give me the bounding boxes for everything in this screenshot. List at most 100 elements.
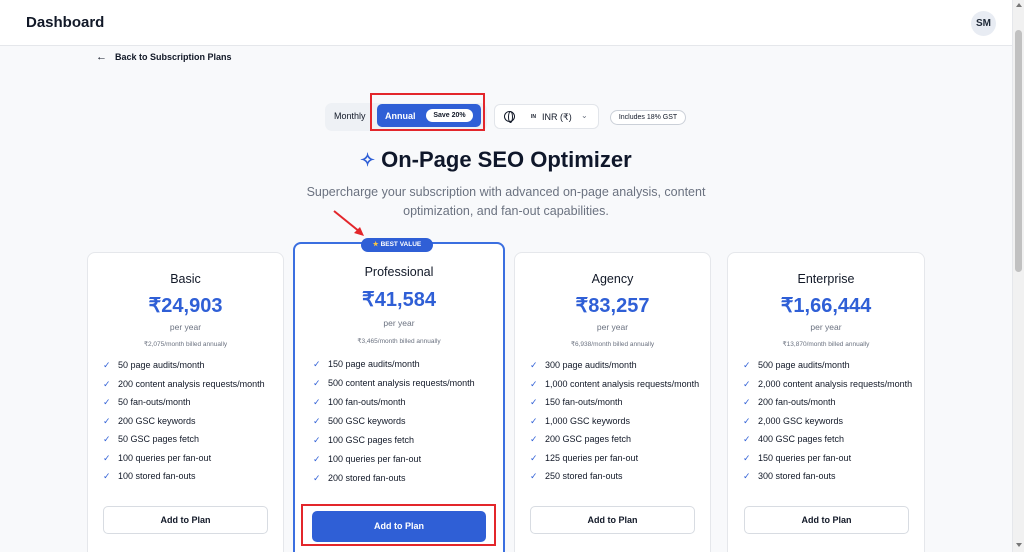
top-bar: Dashboard SM: [0, 0, 1012, 46]
currency-select[interactable]: IN INR (₹) ⌄: [494, 104, 599, 129]
feature-item: ✓ 100 fan-outs/month: [313, 397, 406, 407]
add-to-plan-button[interactable]: Add to Plan: [530, 506, 695, 534]
check-icon: ✓: [530, 378, 538, 389]
check-icon: ✓: [743, 471, 751, 481]
highlight-box: [370, 93, 485, 131]
check-icon: ✓: [743, 415, 751, 426]
plan-card-basic: Basic ₹24,903 per year ₹2,075/month bill…: [87, 252, 284, 552]
check-icon: ✓: [103, 360, 111, 370]
check-icon: ✓: [103, 397, 111, 407]
check-icon: ✓: [103, 452, 111, 463]
currency-value: INR (₹): [542, 112, 572, 122]
plan-card-agency: Agency ₹83,257 per year ₹6,938/month bil…: [514, 252, 711, 552]
feature-item: ✓ 250 stored fan-outs: [530, 471, 623, 481]
check-icon: ✓: [103, 415, 111, 426]
country-flag-label: IN: [531, 114, 536, 120]
feature-item: ✓ 300 stored fan-outs: [743, 471, 836, 481]
star-icon: ★: [372, 241, 379, 248]
highlight-box: [301, 504, 496, 546]
check-icon: ✓: [313, 473, 321, 483]
globe-icon: [504, 111, 515, 123]
plan-card-enterprise: Enterprise ₹1,66,444 per year ₹13,870/mo…: [727, 252, 925, 552]
feature-list: ✓ 150 page audits/month ✓ 500 content anal…: [313, 358, 488, 485]
plan-billed: ₹3,465/month billed annually: [357, 338, 441, 345]
feature-item: ✓ 300 page audits/month: [530, 360, 637, 370]
feature-item: ✓ 150 queries per fan-out: [743, 452, 852, 463]
check-icon: ✓: [743, 434, 751, 444]
feature-item: ✓ 500 content analysis requests/month: [313, 378, 475, 388]
best-value-badge: ★ BEST VALUE: [361, 238, 433, 252]
plan-price: ₹83,257: [575, 295, 650, 317]
check-icon: ✓: [530, 452, 538, 463]
scroll-up-arrow-icon[interactable]: [1016, 3, 1022, 7]
scrollbar[interactable]: [1012, 0, 1024, 552]
check-icon: ✓: [103, 434, 111, 444]
plan-price: ₹41,584: [362, 289, 436, 311]
add-to-plan-button[interactable]: Add to Plan: [744, 506, 909, 534]
monthly-option[interactable]: Monthly: [334, 111, 366, 121]
feature-item: ✓ 100 queries per fan-out: [313, 454, 422, 464]
product-title: ✧ On-Page SEO Optimizer: [360, 147, 632, 173]
check-icon: ✓: [313, 416, 321, 426]
check-icon: ✓: [743, 360, 751, 370]
scroll-thumb[interactable]: [1015, 30, 1022, 272]
feature-item: ✓ 100 stored fan-outs: [103, 471, 196, 481]
check-icon: ✓: [530, 360, 538, 370]
back-link[interactable]: ← Back to Subscription Plans: [96, 51, 232, 63]
feature-item: ✓ 1,000 content analysis requests/month: [530, 378, 700, 389]
check-icon: ✓: [743, 397, 751, 407]
plan-billed: ₹2,075/month billed annually: [143, 341, 228, 348]
feature-item: ✓ 150 fan-outs/month: [530, 397, 623, 407]
feature-item: ✓ 200 GSC pages fetch: [530, 434, 632, 444]
feature-item: ✓ 150 page audits/month: [313, 359, 420, 369]
check-icon: ✓: [103, 378, 111, 389]
feature-item: ✓ 125 queries per fan-out: [530, 452, 639, 463]
feature-item: ✓ 200 GSC keywords: [103, 415, 196, 426]
feature-list: ✓ 300 page audits/month ✓ 1,000 content an…: [530, 359, 705, 483]
add-to-plan-button[interactable]: Add to Plan: [103, 506, 268, 534]
product-title-text: On-Page SEO Optimizer: [381, 147, 632, 172]
feature-item: ✓ 500 page audits/month: [743, 360, 850, 370]
check-icon: ✓: [530, 415, 538, 426]
plan-period: per year: [383, 318, 415, 328]
feature-item: ✓ 50 page audits/month: [103, 360, 205, 370]
arrow-left-icon: ←: [96, 51, 107, 63]
feature-item: ✓ 1,000 GSC keywords: [530, 415, 631, 426]
feature-item: ✓ 100 GSC pages fetch: [313, 435, 415, 445]
check-icon: ✓: [743, 452, 751, 463]
avatar[interactable]: SM: [971, 11, 996, 36]
gst-badge: Includes 18% GST: [610, 110, 686, 125]
feature-item: ✓ 200 stored fan-outs: [313, 473, 406, 483]
plan-billed: ₹6,938/month billed annually: [570, 341, 655, 348]
check-icon: ✓: [313, 378, 321, 388]
feature-item: ✓ 50 fan-outs/month: [103, 397, 191, 407]
feature-item: ✓ 2,000 GSC keywords: [743, 415, 844, 426]
feature-list: ✓ 500 page audits/month ✓ 2,000 content an…: [743, 359, 918, 483]
plan-name: Agency: [591, 272, 634, 286]
plan-name: Professional: [364, 265, 434, 279]
feature-item: ✓ 400 GSC pages fetch: [743, 434, 845, 444]
check-icon: ✓: [313, 454, 321, 464]
check-icon: ✓: [103, 471, 111, 481]
plan-period: per year: [596, 322, 629, 332]
check-icon: ✓: [530, 397, 538, 407]
check-icon: ✓: [313, 397, 321, 407]
back-link-label: Back to Subscription Plans: [115, 52, 232, 62]
feature-item: ✓ 200 content analysis requests/month: [103, 378, 265, 389]
check-icon: ✓: [313, 359, 321, 369]
chevron-down-icon: ⌄: [581, 111, 588, 120]
annotation-arrow-icon: [333, 210, 364, 236]
plan-billed: ₹13,870/month billed annually: [782, 341, 870, 348]
plan-period: per year: [169, 322, 202, 332]
feature-item: ✓ 200 fan-outs/month: [743, 397, 836, 407]
plan-price: ₹24,903: [148, 295, 223, 317]
plan-name: Enterprise: [797, 272, 855, 286]
page-title: Dashboard: [26, 14, 105, 31]
scroll-down-arrow-icon[interactable]: [1016, 543, 1022, 547]
feature-item: ✓ 100 queries per fan-out: [103, 452, 212, 463]
sparkle-icon: ✧: [360, 149, 376, 170]
check-icon: ✓: [530, 471, 538, 481]
plan-name: Basic: [170, 272, 201, 286]
feature-item: ✓ 50 GSC pages fetch: [103, 434, 200, 444]
plan-period: per year: [810, 322, 842, 332]
